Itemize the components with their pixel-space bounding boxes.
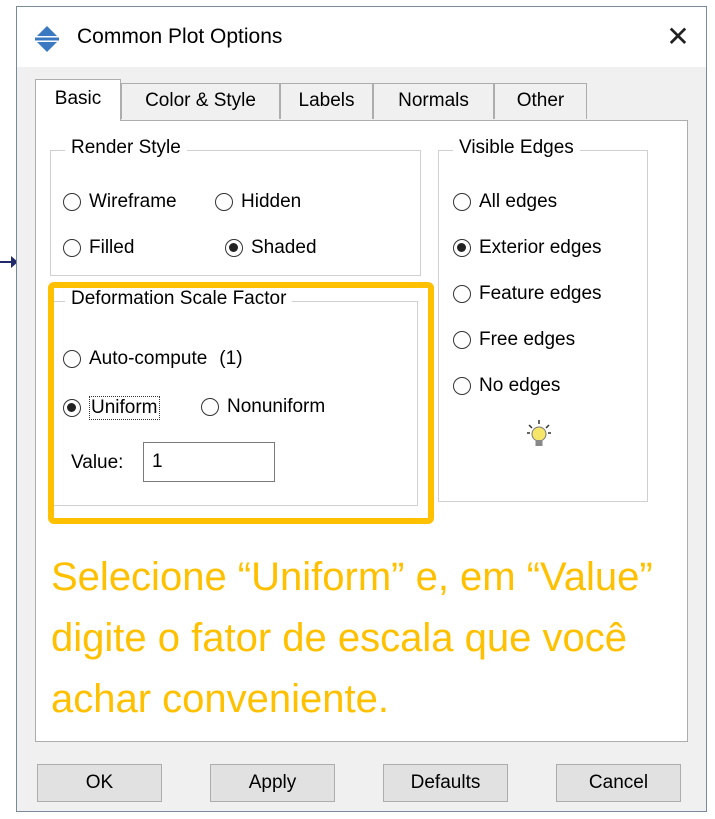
no-edges-label: No edges xyxy=(479,375,561,396)
radio-circle xyxy=(63,239,81,257)
all-edges-radio[interactable]: All edges xyxy=(453,191,557,213)
tab-basic[interactable]: Basic xyxy=(35,79,121,121)
ok-button[interactable]: OK xyxy=(37,764,162,802)
feature-edges-label: Feature edges xyxy=(479,283,602,304)
visible-edges-title: Visible Edges xyxy=(453,137,580,159)
common-plot-options-dialog: Common Plot Options ✕ Basic Color & Styl… xyxy=(16,6,707,812)
plot-options-icon xyxy=(35,26,59,52)
radio-circle xyxy=(453,331,471,349)
visible-edges-group: Visible Edges All edges Exterior edges F… xyxy=(438,137,648,502)
defaults-button[interactable]: Defaults xyxy=(383,764,508,802)
radio-circle xyxy=(215,193,233,211)
annotation-text: Selecione “Uniform” e, em “Value” digite… xyxy=(51,555,653,721)
highlight-box xyxy=(48,282,434,524)
hidden-label: Hidden xyxy=(241,191,302,212)
shaded-radio[interactable]: Shaded xyxy=(225,237,317,259)
apply-button[interactable]: Apply xyxy=(210,764,335,802)
radio-circle-checked xyxy=(453,239,471,257)
cancel-button[interactable]: Cancel xyxy=(556,764,681,802)
title-bar: Common Plot Options ✕ xyxy=(17,7,706,67)
all-edges-label: All edges xyxy=(479,191,558,212)
tab-labels[interactable]: Labels xyxy=(280,83,373,119)
window-title: Common Plot Options xyxy=(77,25,283,48)
tab-other[interactable]: Other xyxy=(494,83,587,119)
radio-circle-checked xyxy=(225,239,243,257)
filled-radio[interactable]: Filled xyxy=(63,237,134,259)
render-style-title: Render Style xyxy=(65,137,187,159)
render-style-group: Render Style Wireframe Hidden Filled Sha… xyxy=(50,137,421,276)
filled-label: Filled xyxy=(89,237,135,258)
no-edges-radio[interactable]: No edges xyxy=(453,375,560,397)
wireframe-label: Wireframe xyxy=(89,191,177,212)
exterior-edges-radio[interactable]: Exterior edges xyxy=(453,237,602,259)
tab-normals[interactable]: Normals xyxy=(373,83,494,119)
free-edges-radio[interactable]: Free edges xyxy=(453,329,575,351)
hidden-radio[interactable]: Hidden xyxy=(215,191,301,213)
radio-circle xyxy=(453,193,471,211)
radio-circle xyxy=(63,193,81,211)
feature-edges-radio[interactable]: Feature edges xyxy=(453,283,602,305)
wireframe-radio[interactable]: Wireframe xyxy=(63,191,177,213)
close-icon[interactable]: ✕ xyxy=(658,17,698,57)
free-edges-label: Free edges xyxy=(479,329,576,350)
shaded-label: Shaded xyxy=(251,237,317,258)
tab-color-style[interactable]: Color & Style xyxy=(121,83,280,119)
exterior-edges-label: Exterior edges xyxy=(479,237,602,258)
radio-circle xyxy=(453,285,471,303)
radio-circle xyxy=(453,377,471,395)
lightbulb-icon xyxy=(527,420,551,446)
tab-bar: Basic Color & Style Labels Normals Other xyxy=(35,79,675,121)
